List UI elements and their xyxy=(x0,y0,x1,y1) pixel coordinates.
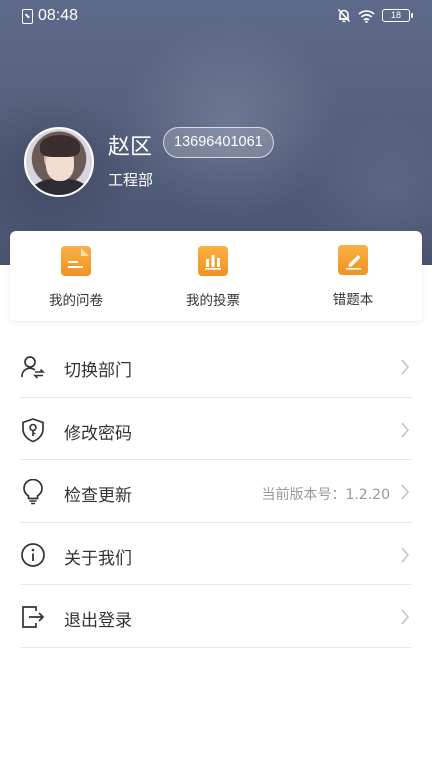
menu-item-check-update[interactable]: 检查更新 当前版本号：1.2.20 xyxy=(20,460,412,523)
chevron-right-icon xyxy=(401,484,410,500)
menu-item-logout[interactable]: 退出登录 xyxy=(20,585,412,648)
status-bar: 08:48 18 xyxy=(0,0,432,34)
chevron-right-icon xyxy=(401,421,410,438)
chevron-right-icon xyxy=(401,609,410,625)
lightbulb-icon xyxy=(23,479,43,505)
my-questionnaire-button[interactable]: 我的问卷 xyxy=(16,231,136,321)
menu-item-about-us[interactable]: 关于我们 xyxy=(20,523,412,585)
menu-label: 切换部门 xyxy=(64,361,132,381)
menu-label: 关于我们 xyxy=(64,548,132,569)
questionnaire-icon xyxy=(61,246,91,276)
wifi-icon xyxy=(358,9,375,23)
info-icon xyxy=(21,542,45,567)
settings-menu: 切换部门 修改密码 检查更新 当前版本号：1.2.20 关于我们 退出登录 xyxy=(20,335,412,648)
menu-label: 检查更新 xyxy=(64,486,132,506)
logout-icon xyxy=(22,606,45,628)
avatar[interactable] xyxy=(24,127,94,197)
app-version-text: 当前版本号：1.2.20 xyxy=(261,487,390,503)
no-sim-icon xyxy=(22,8,33,24)
quick-action-label: 我的投票 xyxy=(186,293,240,309)
edit-note-icon xyxy=(338,245,368,275)
vote-chart-icon xyxy=(198,246,228,276)
user-department: 工程部 xyxy=(108,171,154,189)
my-vote-button[interactable]: 我的投票 xyxy=(153,231,273,321)
menu-item-switch-department[interactable]: 切换部门 xyxy=(20,335,412,398)
menu-item-change-password[interactable]: 修改密码 xyxy=(20,398,412,460)
quick-action-label: 我的问卷 xyxy=(49,293,103,309)
chevron-right-icon xyxy=(401,546,410,563)
shield-key-icon xyxy=(22,417,44,442)
user-name: 赵区 xyxy=(108,135,153,160)
menu-label: 修改密码 xyxy=(64,423,132,444)
phone-badge: 13696401061 xyxy=(163,127,274,158)
switch-user-icon xyxy=(21,356,45,379)
mute-bell-icon xyxy=(337,8,351,23)
quick-actions-card: 我的问卷 我的投票 错题本 xyxy=(10,231,422,321)
status-time: 08:48 xyxy=(38,7,79,24)
battery-icon: 18 xyxy=(382,9,413,22)
menu-label: 退出登录 xyxy=(64,611,132,631)
quick-action-label: 错题本 xyxy=(332,292,374,308)
wrong-questions-button[interactable]: 错题本 xyxy=(293,231,413,321)
chevron-right-icon xyxy=(401,359,410,375)
